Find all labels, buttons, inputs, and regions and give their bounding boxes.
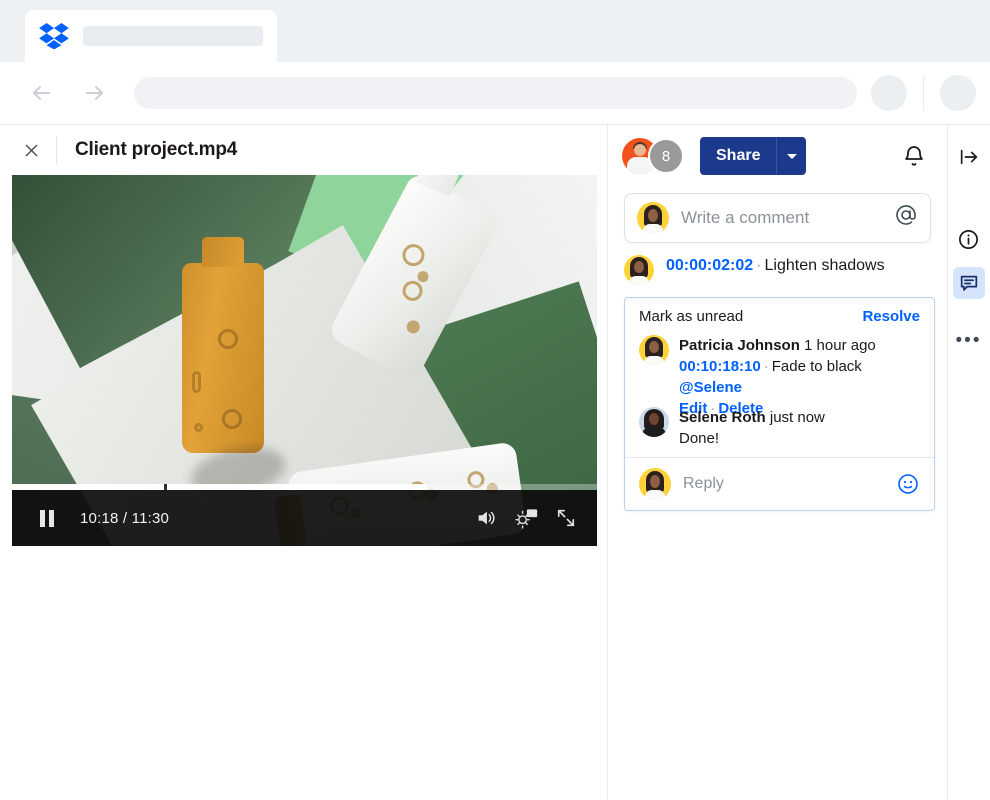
current-user-avatar bbox=[639, 468, 671, 500]
video-column: Client project.mp4 bbox=[0, 125, 608, 800]
overflow-count-badge[interactable]: 8 bbox=[648, 138, 684, 174]
composer-wrap: Write a comment bbox=[608, 187, 947, 243]
back-arrow-icon[interactable] bbox=[24, 76, 58, 110]
user-avatar bbox=[624, 255, 654, 285]
forward-arrow-icon[interactable] bbox=[78, 76, 112, 110]
video-controls: 10:18 / 11:30 bbox=[12, 490, 597, 546]
video-player[interactable]: 10:18 / 11:30 bbox=[12, 175, 597, 546]
pause-icon[interactable] bbox=[40, 510, 66, 527]
facepile[interactable]: 8 bbox=[622, 138, 686, 174]
message-text-line: 00:10:18:10·Fade to black bbox=[679, 356, 876, 377]
tab-title bbox=[83, 26, 263, 46]
chevron-down-icon[interactable] bbox=[776, 137, 806, 175]
url-input[interactable] bbox=[134, 77, 857, 109]
share-button[interactable]: Share bbox=[700, 137, 776, 175]
app-body: Client project.mp4 bbox=[0, 125, 990, 800]
browser-toolbar bbox=[0, 62, 990, 125]
more-options-icon[interactable]: ••• bbox=[953, 325, 985, 357]
thread-message: Selene Roth just now Done! bbox=[625, 403, 934, 451]
toolbar-divider bbox=[923, 76, 924, 110]
message-body: Selene Roth just now Done! bbox=[679, 407, 825, 449]
more-options-glyph: ••• bbox=[956, 337, 982, 345]
message-timestamp[interactable]: 00:10:18:10 bbox=[679, 358, 761, 375]
comment-bubble-icon[interactable] bbox=[953, 267, 985, 299]
emoji-smiley-icon[interactable] bbox=[896, 472, 920, 496]
comments-panel: 8 Share Write a c bbox=[608, 125, 948, 800]
current-user-avatar bbox=[637, 202, 669, 234]
hd-settings-icon[interactable]: HD bbox=[509, 503, 543, 533]
page-title: Client project.mp4 bbox=[75, 139, 237, 161]
message-text: Fade to black bbox=[772, 358, 862, 375]
list-item[interactable]: 00:00:02:02·Lighten shadows bbox=[608, 243, 947, 289]
browser-tab-strip bbox=[0, 0, 990, 62]
reply-input[interactable]: Reply bbox=[625, 457, 934, 510]
separator: · bbox=[753, 257, 764, 274]
message-meta: Selene Roth just now bbox=[679, 407, 825, 428]
message-text: Done! bbox=[679, 428, 825, 449]
app-window: Client project.mp4 bbox=[0, 0, 990, 800]
resolve-button[interactable]: Resolve bbox=[862, 308, 920, 325]
selene-avatar bbox=[639, 407, 669, 437]
collapse-panel-icon[interactable] bbox=[953, 141, 985, 173]
close-icon[interactable] bbox=[18, 137, 44, 163]
comment-placeholder: Write a comment bbox=[681, 208, 894, 228]
product-bottle-orange bbox=[182, 263, 264, 453]
notifications-bell-icon[interactable] bbox=[897, 139, 931, 173]
right-icon-rail: ••• bbox=[948, 125, 989, 800]
comment-thread: Mark as unread Resolve Patricia Johnson … bbox=[624, 297, 935, 511]
at-mention-icon[interactable] bbox=[894, 203, 918, 233]
mark-as-unread-button[interactable]: Mark as unread bbox=[639, 308, 743, 325]
message-meta: Patricia Johnson 1 hour ago bbox=[679, 335, 876, 356]
message-author: Selene Roth bbox=[679, 409, 766, 426]
mention-link[interactable]: @Selene bbox=[679, 379, 742, 396]
message-time: just now bbox=[770, 409, 825, 426]
header-divider bbox=[56, 136, 57, 164]
dropbox-logo bbox=[39, 23, 69, 49]
comment-timestamp[interactable]: 00:00:02:02 bbox=[666, 257, 753, 274]
message-mention-line: @Selene bbox=[679, 377, 876, 398]
comment-input[interactable]: Write a comment bbox=[624, 193, 931, 243]
share-button-group: Share bbox=[700, 137, 806, 175]
comments-header: 8 Share bbox=[608, 125, 947, 187]
reply-placeholder: Reply bbox=[683, 475, 896, 493]
profile-circle-icon[interactable] bbox=[871, 75, 907, 111]
time-label: 10:18 / 11:30 bbox=[80, 510, 169, 527]
volume-icon[interactable] bbox=[469, 503, 503, 533]
thread-toolbar: Mark as unread Resolve bbox=[625, 298, 934, 331]
message-author: Patricia Johnson bbox=[679, 337, 800, 354]
patricia-avatar bbox=[639, 335, 669, 365]
message-time: 1 hour ago bbox=[804, 337, 876, 354]
comment-text: Lighten shadows bbox=[765, 257, 885, 274]
separator: · bbox=[761, 358, 772, 375]
fullscreen-icon[interactable] bbox=[549, 503, 583, 533]
menu-circle-icon[interactable] bbox=[940, 75, 976, 111]
info-circle-icon[interactable] bbox=[953, 223, 985, 255]
svg-text:HD: HD bbox=[528, 512, 537, 518]
browser-tab[interactable] bbox=[25, 10, 277, 62]
comment-body: 00:00:02:02·Lighten shadows bbox=[666, 255, 885, 285]
video-header: Client project.mp4 bbox=[0, 125, 607, 175]
